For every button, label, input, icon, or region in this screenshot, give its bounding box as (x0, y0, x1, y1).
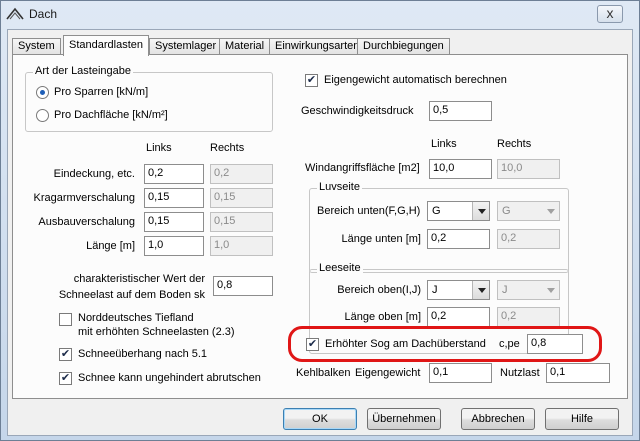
length-right-input: 1,0 (210, 236, 273, 256)
tab-panel-standardlasten: Art der Lasteingabe Pro Sparren [kN/m] P… (12, 54, 628, 399)
lee-length-right-input: 0,2 (497, 307, 560, 327)
tab-label: Systemlager (155, 40, 217, 52)
right-col-right-header: Rechts (497, 138, 532, 150)
lowland-label-2: mit erhöhten Schneelasten (2.3) (78, 326, 235, 338)
interior-left-input[interactable]: 0,15 (144, 212, 204, 232)
tab-label: Standardlasten (69, 39, 143, 51)
window-title: Dach (29, 7, 58, 21)
covering-left-input[interactable]: 0,2 (144, 164, 204, 184)
lee-range-left-value: J (432, 284, 438, 296)
overhang-label: Schneeüberhang nach 5.1 (78, 348, 208, 360)
kehlbalken-label: Kehlbalken (296, 367, 351, 379)
radio-per-area-label: Pro Dachfläche [kN/m²] (54, 109, 168, 121)
lowland-label-1: Norddeutsches Tiefland (78, 312, 194, 324)
covering-right-input: 0,2 (210, 164, 273, 184)
kehlbalken-live-label: Nutzlast (500, 367, 540, 379)
lee-range-right-value: J (502, 284, 508, 296)
col-left-header: Links (146, 142, 172, 154)
chevron-down-icon[interactable] (472, 281, 489, 299)
overhang-checkbox[interactable]: ✔ (59, 348, 72, 361)
roof-icon (6, 6, 24, 22)
luv-range-right-select: G (497, 201, 560, 221)
apply-button[interactable]: Übernehmen (367, 408, 441, 430)
covering-label: Eindeckung, etc. (53, 168, 135, 180)
snow-char-label-2: Schneelast auf dem Boden sk (58, 289, 205, 301)
slide-checkbox[interactable]: ✔ (59, 372, 72, 385)
tab-durchbiegungen[interactable]: Durchbiegungen (357, 38, 450, 55)
title-bar[interactable]: Dach x (1, 1, 639, 29)
length-label: Länge [m] (86, 240, 135, 252)
lee-group-title: Leeseite (317, 262, 363, 274)
radio-per-rafter[interactable] (36, 86, 49, 99)
speed-pressure-input[interactable]: 0,5 (429, 101, 492, 121)
snow-char-input[interactable]: 0,8 (213, 276, 273, 296)
cpe-label: c,pe (499, 338, 520, 350)
luv-range-left-value: G (432, 205, 441, 217)
luv-range-label: Bereich unten(F,G,H) (317, 205, 421, 217)
tab-material[interactable]: Material (219, 38, 271, 55)
help-button[interactable]: Hilfe (545, 408, 619, 430)
checkmark-icon: ✔ (60, 372, 71, 384)
kehlbalken-live-input[interactable]: 0,1 (546, 363, 610, 383)
luv-length-left-input[interactable]: 0,2 (427, 229, 490, 249)
luv-range-left-select[interactable]: G (427, 201, 490, 221)
interior-right-input: 0,15 (210, 212, 273, 232)
kehlbalken-self-input[interactable]: 0,1 (429, 363, 492, 383)
selfweight-checkbox[interactable]: ✔ (305, 74, 318, 87)
suction-label: Erhöhter Sog am Dachüberstand (325, 338, 486, 350)
dialog-window: Dach x System Standardlasten Systemlager… (0, 0, 640, 441)
interior-label: Ausbauverschalung (38, 216, 135, 228)
luv-group-title: Luvseite (317, 181, 362, 193)
right-col-left-header: Links (431, 138, 457, 150)
speed-pressure-label: Geschwindigkeitsdruck (301, 105, 414, 117)
radio-per-rafter-label: Pro Sparren [kN/m] (54, 86, 149, 98)
slide-label: Schnee kann ungehindert abrutschen (78, 372, 261, 384)
radio-per-area[interactable] (36, 109, 49, 122)
close-icon: x (606, 5, 614, 21)
tab-label: System (18, 40, 55, 52)
cpe-input[interactable]: 0,8 (527, 334, 583, 354)
tab-label: Durchbiegungen (363, 40, 444, 52)
lee-range-label: Bereich oben(I,J) (337, 284, 421, 296)
kehlbalken-self-label: Eigengewicht (355, 367, 421, 379)
cantilever-left-input[interactable]: 0,15 (144, 188, 204, 208)
close-button[interactable]: x (597, 5, 623, 23)
tab-label: Einwirkungsarten (275, 40, 360, 52)
length-left-input[interactable]: 1,0 (144, 236, 204, 256)
chevron-down-icon (542, 281, 559, 299)
lowland-checkbox[interactable] (59, 313, 72, 326)
load-input-group (25, 72, 273, 132)
ok-button[interactable]: OK (283, 408, 357, 430)
luv-length-label: Länge unten [m] (341, 233, 421, 245)
lee-length-left-input[interactable]: 0,2 (427, 307, 490, 327)
luv-range-right-value: G (502, 205, 511, 217)
wind-area-label: Windangriffsfläche [m2] (305, 162, 420, 174)
tab-label: Material (225, 40, 265, 52)
cancel-button[interactable]: Abbrechen (461, 408, 535, 430)
cantilever-right-input: 0,15 (210, 188, 273, 208)
load-input-group-title: Art der Lasteingabe (33, 65, 134, 77)
tab-standardlasten[interactable]: Standardlasten (63, 35, 149, 56)
dialog-client: System Standardlasten Systemlager Materi… (7, 29, 633, 436)
lee-length-label: Länge oben [m] (344, 311, 421, 323)
lee-range-left-select[interactable]: J (427, 280, 490, 300)
chevron-down-icon[interactable] (472, 202, 489, 220)
wind-area-right-input: 10,0 (497, 159, 560, 179)
selfweight-label: Eigengewicht automatisch berechnen (324, 74, 507, 86)
luv-length-right-input: 0,2 (497, 229, 560, 249)
wind-area-left-input[interactable]: 10,0 (429, 159, 492, 179)
tab-systemlager[interactable]: Systemlager (149, 38, 223, 55)
checkmark-icon: ✔ (306, 74, 317, 86)
tab-einwirkungsarten[interactable]: Einwirkungsarten (269, 38, 366, 55)
suction-checkbox[interactable]: ✔ (306, 338, 319, 351)
snow-char-label-1: charakteristischer Wert der (73, 273, 205, 285)
tab-system[interactable]: System (12, 38, 61, 55)
checkmark-icon: ✔ (60, 348, 71, 360)
lee-range-right-select: J (497, 280, 560, 300)
checkmark-icon: ✔ (307, 338, 318, 350)
col-right-header: Rechts (210, 142, 245, 154)
cantilever-label: Kragarmverschalung (33, 192, 136, 204)
chevron-down-icon (542, 202, 559, 220)
